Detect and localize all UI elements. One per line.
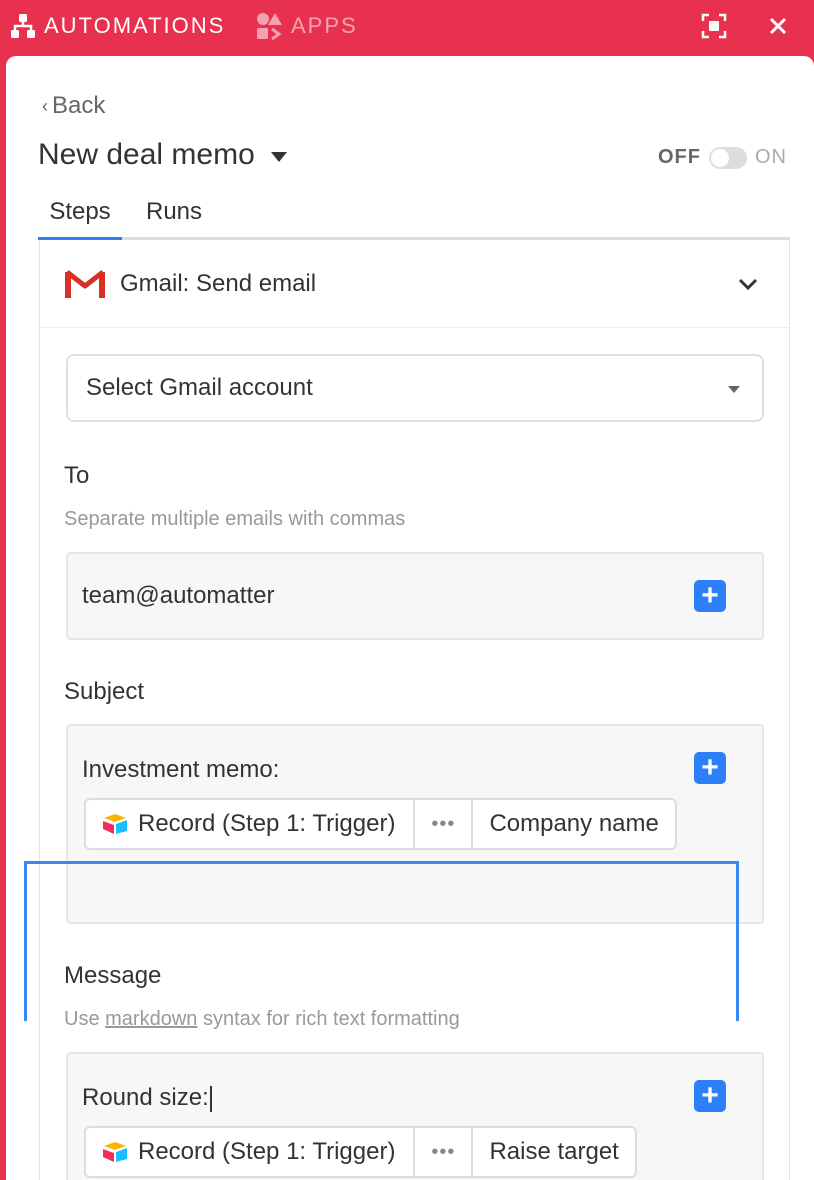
airtable-icon <box>103 1142 127 1162</box>
to-label: To <box>64 462 90 489</box>
message-text: Round size: <box>82 1084 209 1111</box>
caret-down-icon[interactable] <box>270 152 287 162</box>
automation-title-row[interactable]: New deal memo <box>38 138 287 172</box>
on-off-toggle[interactable] <box>709 146 747 169</box>
token-more-icon[interactable]: ••• <box>415 800 474 848</box>
field-token[interactable]: Record (Step 1: Trigger) ••• Raise targe… <box>84 1126 637 1178</box>
insert-field-button-to[interactable]: + <box>694 580 726 612</box>
token-source: Record (Step 1: Trigger) <box>86 1128 416 1176</box>
insert-field-button-message[interactable]: + <box>694 1080 726 1112</box>
token-source: Record (Step 1: Trigger) <box>86 800 416 848</box>
subject-label: Subject <box>64 678 145 705</box>
token-field-name: Company name <box>489 810 659 837</box>
step-header[interactable]: Gmail: Send email <box>40 240 789 328</box>
to-hint: Separate multiple emails with commas <box>64 508 406 530</box>
chevron-down-icon[interactable] <box>736 272 760 296</box>
gmail-account-select[interactable]: Select Gmail account <box>66 354 764 422</box>
select-caret-icon <box>728 386 740 393</box>
automations-label: AUTOMATIONS <box>44 13 226 38</box>
message-field[interactable]: Round size: + Record (Step 1: Trigger) •… <box>66 1052 764 1180</box>
to-value: team@automatter <box>82 582 275 609</box>
insert-field-button-subject[interactable]: + <box>694 752 726 784</box>
subject-text: Investment memo: <box>82 756 280 783</box>
gmail-account-select-value: Select Gmail account <box>86 374 313 401</box>
automation-panel: ‹ Back New deal memo OFF ON Steps Runs G… <box>6 56 814 1180</box>
back-link[interactable]: ‹ Back <box>42 92 105 120</box>
expand-icon[interactable] <box>700 12 728 40</box>
on-off-toggle-group: OFF ON <box>658 146 787 169</box>
automation-title[interactable]: New deal memo <box>38 138 255 172</box>
gmail-icon <box>65 270 105 298</box>
back-label: Back <box>52 92 106 119</box>
step-card: Gmail: Send email Select Gmail account T… <box>39 240 790 1180</box>
apps-tab[interactable]: APPS <box>255 10 358 42</box>
plus-icon: + <box>701 751 719 784</box>
field-token[interactable]: Record (Step 1: Trigger) ••• Company nam… <box>84 798 677 850</box>
text-cursor <box>209 1085 212 1112</box>
airtable-icon <box>103 814 127 834</box>
automations-icon <box>8 11 38 41</box>
automations-tab[interactable]: AUTOMATIONS <box>8 10 225 42</box>
apps-label: APPS <box>291 13 358 38</box>
token-field-name: Raise target <box>489 1138 619 1165</box>
apps-icon <box>255 11 285 41</box>
tab-bar: Steps Runs <box>38 194 790 240</box>
token-more-icon[interactable]: ••• <box>415 1128 474 1176</box>
token-source-label: Record (Step 1: Trigger) <box>138 810 396 837</box>
message-focus-outline <box>24 861 739 1021</box>
step-title: Gmail: Send email <box>120 270 317 297</box>
toggle-on-label: ON <box>755 146 787 168</box>
plus-icon: + <box>701 1079 719 1112</box>
to-field[interactable]: team@automatter + <box>66 552 764 640</box>
plus-icon: + <box>701 579 719 612</box>
close-icon[interactable] <box>764 12 792 40</box>
message-text-wrap: Round size: <box>82 1084 212 1112</box>
tab-steps[interactable]: Steps <box>38 194 122 240</box>
token-source-label: Record (Step 1: Trigger) <box>138 1138 396 1165</box>
chevron-left-icon: ‹ <box>42 95 48 116</box>
tab-runs[interactable]: Runs <box>146 194 202 240</box>
top-bar: AUTOMATIONS APPS <box>0 0 814 54</box>
toggle-off-label: OFF <box>658 146 701 168</box>
toggle-knob <box>711 148 729 167</box>
